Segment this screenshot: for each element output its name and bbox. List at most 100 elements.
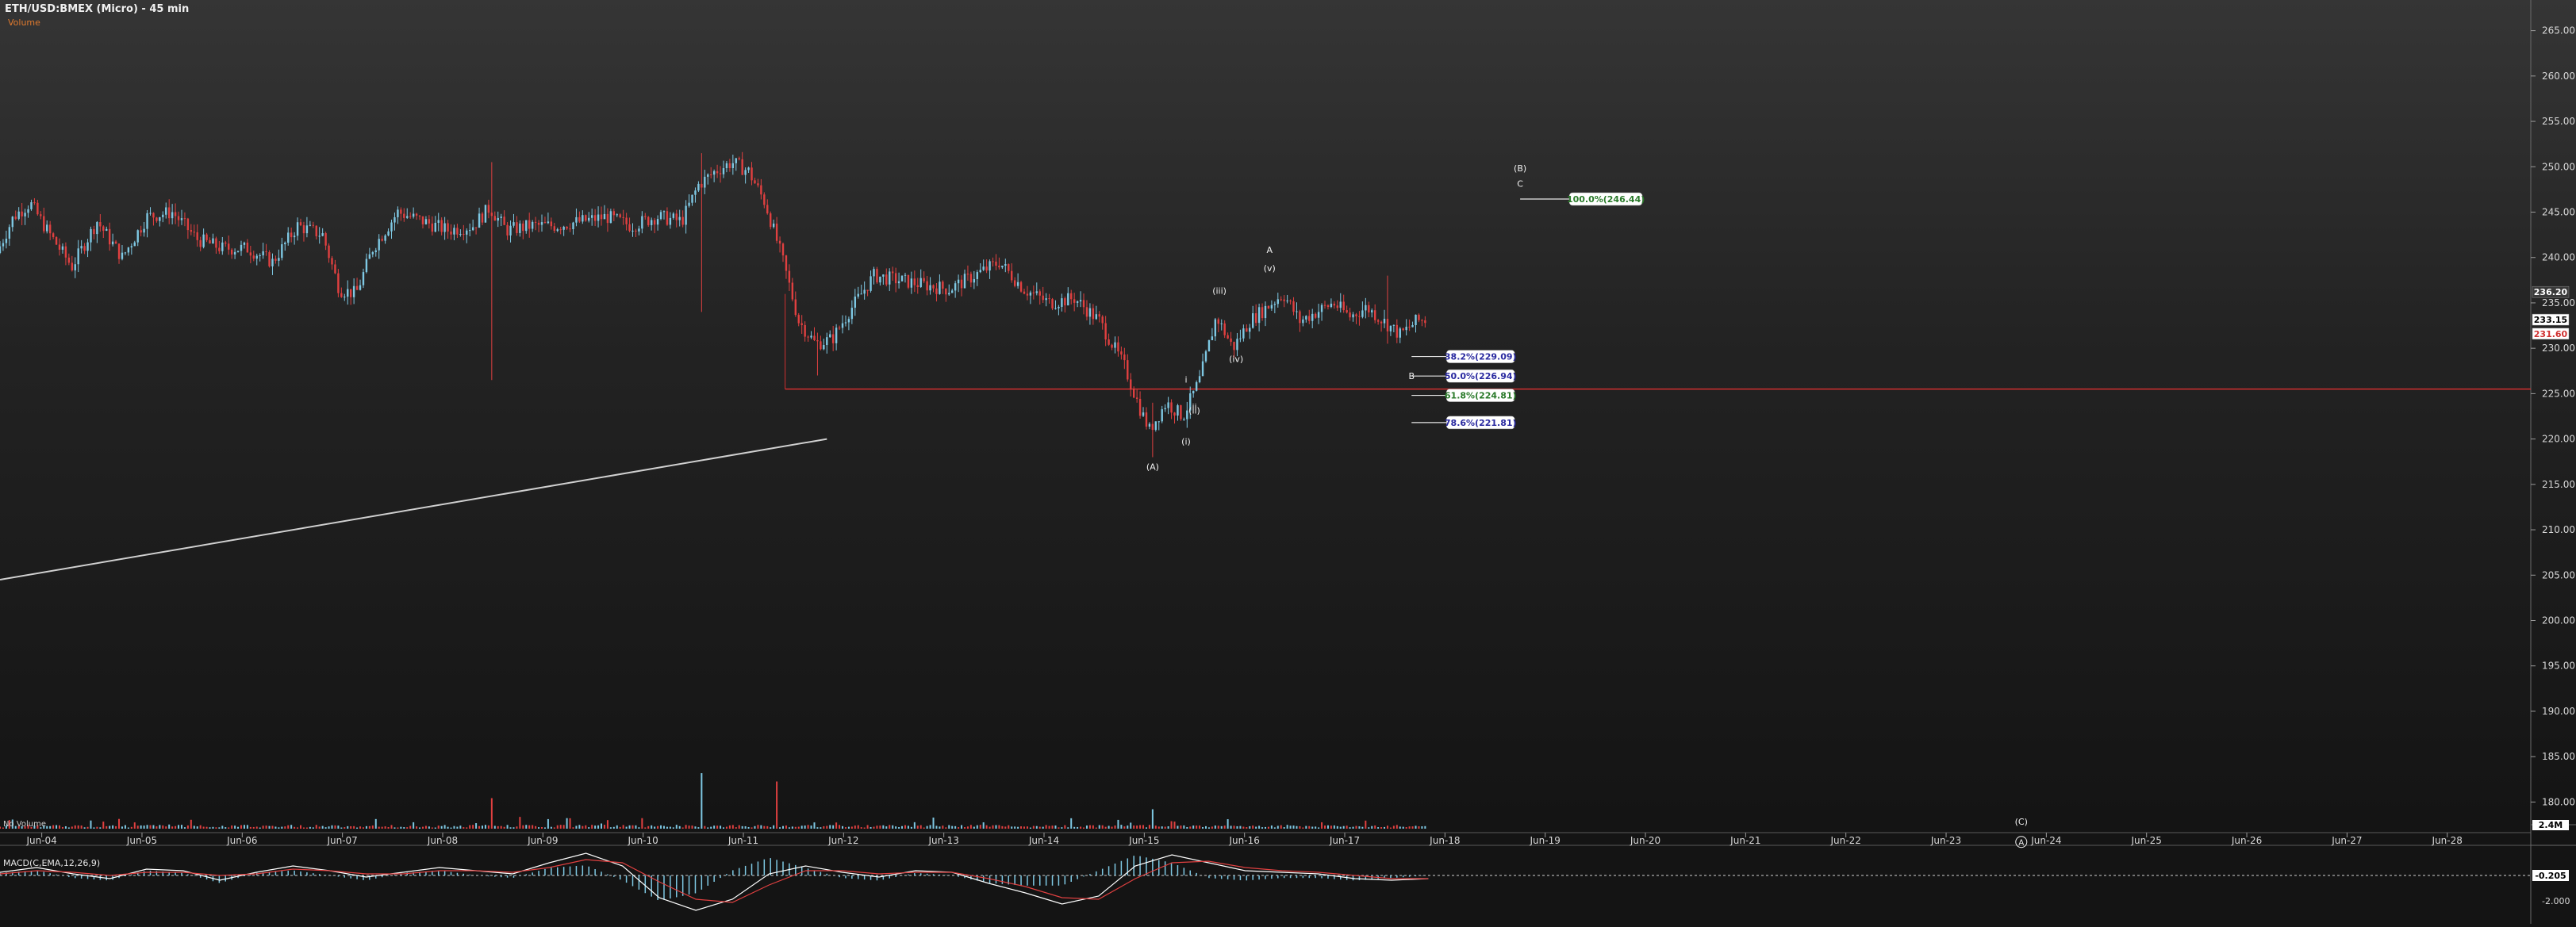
candle-body[interactable] — [1111, 344, 1113, 348]
candle-body[interactable] — [1411, 325, 1414, 328]
candle-body[interactable] — [1267, 305, 1270, 309]
candle-body[interactable] — [1157, 421, 1160, 423]
candle-body[interactable] — [1223, 323, 1226, 335]
candle-body[interactable] — [287, 232, 290, 243]
candle-body[interactable] — [603, 213, 606, 220]
candle-body[interactable] — [67, 257, 71, 263]
candle-body[interactable] — [493, 216, 496, 221]
candle-body[interactable] — [1361, 310, 1364, 317]
candle-body[interactable] — [421, 216, 424, 224]
candle-body[interactable] — [221, 242, 224, 251]
candle-body[interactable] — [459, 234, 462, 236]
candle-body[interactable] — [1418, 314, 1420, 320]
candle-body[interactable] — [1342, 301, 1345, 311]
candle-body[interactable] — [1280, 299, 1282, 301]
candle-body[interactable] — [1038, 291, 1041, 296]
candle-body[interactable] — [1067, 293, 1069, 306]
candle-body[interactable] — [854, 296, 857, 308]
candle-body[interactable] — [1013, 280, 1016, 286]
candle-body[interactable] — [1023, 291, 1026, 294]
candle-body[interactable] — [209, 239, 211, 244]
candle-body[interactable] — [296, 222, 299, 236]
candle-body[interactable] — [340, 293, 343, 297]
candle-body[interactable] — [30, 202, 33, 209]
candle-body[interactable] — [246, 242, 249, 253]
candle-body[interactable] — [362, 272, 365, 285]
candle-body[interactable] — [754, 180, 756, 184]
candle-body[interactable] — [948, 293, 950, 295]
candle-body[interactable] — [969, 274, 973, 283]
candle-body[interactable] — [685, 205, 687, 225]
candle-body[interactable] — [331, 258, 333, 265]
candle-body[interactable] — [800, 323, 803, 325]
candle-body[interactable] — [1045, 298, 1047, 301]
candle-body[interactable] — [942, 282, 944, 289]
candle-body[interactable] — [1088, 308, 1092, 317]
trendline[interactable] — [0, 438, 827, 580]
candle-body[interactable] — [1207, 340, 1211, 352]
candle-body[interactable] — [939, 282, 941, 294]
candle-body[interactable] — [165, 207, 167, 215]
candle-body[interactable] — [757, 183, 759, 186]
candle-body[interactable] — [1120, 351, 1123, 355]
candle-body[interactable] — [1127, 360, 1129, 380]
candle-body[interactable] — [644, 216, 647, 217]
candle-body[interactable] — [1339, 301, 1342, 308]
candle-body[interactable] — [478, 213, 481, 228]
candle-body[interactable] — [124, 252, 127, 254]
candle-body[interactable] — [1048, 298, 1050, 300]
candle-body[interactable] — [1135, 397, 1138, 399]
candle-body[interactable] — [1016, 282, 1019, 286]
chart-svg[interactable]: No Volume MACD(C,EMA,12,26,9) (B) C A (v) (i… — [0, 0, 2576, 924]
candle-body[interactable] — [891, 271, 894, 274]
candle-body[interactable] — [8, 227, 11, 239]
candle-body[interactable] — [860, 293, 862, 295]
candle-body[interactable] — [566, 226, 568, 229]
candle-body[interactable] — [954, 283, 957, 291]
candle-body[interactable] — [299, 222, 302, 226]
candle-body[interactable] — [40, 214, 42, 216]
candle-body[interactable] — [190, 230, 193, 232]
candle-body[interactable] — [1242, 328, 1245, 339]
candle-body[interactable] — [710, 174, 712, 176]
candle-body[interactable] — [1299, 311, 1301, 324]
candle-body[interactable] — [572, 222, 574, 229]
candle-body[interactable] — [80, 246, 83, 249]
candle-body[interactable] — [77, 248, 79, 265]
candle-body[interactable] — [694, 190, 697, 195]
candle-body[interactable] — [21, 211, 23, 216]
candle-body[interactable] — [1180, 405, 1182, 419]
candle-body[interactable] — [1004, 264, 1007, 266]
candle-body[interactable] — [233, 251, 236, 255]
candle-body[interactable] — [1302, 319, 1304, 324]
candle-body[interactable] — [1195, 382, 1198, 391]
candle-body[interactable] — [1082, 300, 1085, 308]
candle-body[interactable] — [86, 242, 89, 251]
candle-body[interactable] — [315, 225, 317, 236]
candle-body[interactable] — [559, 229, 562, 231]
candle-body[interactable] — [1392, 324, 1395, 326]
candle-body[interactable] — [302, 225, 305, 234]
candle-body[interactable] — [957, 279, 960, 284]
candle-body[interactable] — [866, 289, 869, 291]
candle-body[interactable] — [876, 269, 878, 283]
candle-body[interactable] — [1104, 323, 1107, 339]
candle-body[interactable] — [337, 273, 340, 293]
candle-body[interactable] — [989, 261, 991, 271]
candle-body[interactable] — [1211, 336, 1214, 341]
candle-body[interactable] — [305, 225, 309, 234]
candle-body[interactable] — [998, 266, 1000, 268]
candle-body[interactable] — [1177, 405, 1179, 416]
candle-body[interactable] — [249, 252, 252, 256]
candle-body[interactable] — [1151, 423, 1154, 431]
candle-body[interactable] — [463, 234, 465, 236]
candle-body[interactable] — [1261, 307, 1264, 319]
candle-body[interactable] — [823, 345, 825, 350]
candle-body[interactable] — [259, 255, 261, 257]
candle-body[interactable] — [400, 209, 402, 214]
candle-body[interactable] — [328, 245, 330, 259]
candle-body[interactable] — [106, 228, 108, 231]
candle-body[interactable] — [870, 276, 872, 291]
candle-body[interactable] — [963, 274, 966, 289]
candle-body[interactable] — [1092, 308, 1095, 320]
